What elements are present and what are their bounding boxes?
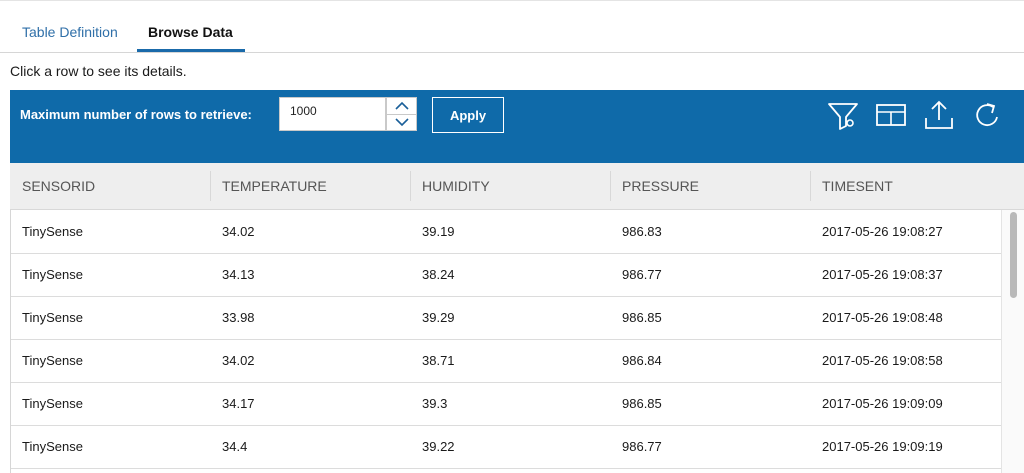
cell-timesent: 2017-05-26 19:08:27 [822, 224, 943, 239]
cell-humidity: 38.24 [422, 267, 455, 282]
apply-button[interactable]: Apply [432, 97, 504, 133]
cell-pressure: 986.85 [622, 396, 662, 411]
cell-sensorid: TinySense [22, 267, 83, 282]
cell-temperature: 34.02 [222, 224, 255, 239]
cell-humidity: 38.71 [422, 353, 455, 368]
column-divider [210, 171, 211, 201]
cell-sensorid: TinySense [22, 224, 83, 239]
column-header-timesent[interactable]: TIMESENT [822, 178, 893, 194]
cell-timesent: 2017-05-26 19:08:58 [822, 353, 943, 368]
column-header-humidity[interactable]: HUMIDITY [422, 178, 490, 194]
cell-pressure: 986.77 [622, 439, 662, 454]
cell-sensorid: TinySense [22, 353, 83, 368]
max-rows-input[interactable]: 1000 [279, 97, 386, 131]
cell-temperature: 34.13 [222, 267, 255, 282]
cell-humidity: 39.3 [422, 396, 448, 411]
table-header: SENSORID TEMPERATURE HUMIDITY PRESSURE T… [10, 163, 1024, 210]
column-divider [410, 171, 411, 201]
cell-sensorid: TinySense [22, 439, 83, 454]
filter-icon[interactable] [826, 98, 860, 132]
table-row[interactable]: TinySense 34.4 39.22 986.77 2017-05-26 1… [11, 425, 1001, 469]
increment-button[interactable] [387, 98, 416, 115]
row-details-hint: Click a row to see its details. [10, 63, 187, 79]
column-header-pressure[interactable]: PRESSURE [622, 178, 699, 194]
cell-pressure: 986.83 [622, 224, 662, 239]
cell-pressure: 986.85 [622, 310, 662, 325]
cell-temperature: 34.4 [222, 439, 248, 454]
cell-pressure: 986.84 [622, 353, 662, 368]
cell-humidity: 39.19 [422, 224, 455, 239]
table-row[interactable]: TinySense 34.02 39.19 986.83 2017-05-26 … [11, 210, 1001, 254]
table-row[interactable]: TinySense 34.17 39.3 986.85 2017-05-26 1… [11, 382, 1001, 426]
table-row[interactable]: TinySense 34.02 38.71 986.84 2017-05-26 … [11, 339, 1001, 383]
chevron-up-icon [394, 101, 409, 110]
tab-bar: Table Definition Browse Data [0, 0, 1024, 53]
max-rows-label: Maximum number of rows to retrieve: [20, 107, 252, 122]
scrollbar-thumb[interactable] [1010, 212, 1017, 298]
cell-humidity: 39.22 [422, 439, 455, 454]
browse-toolbar: Maximum number of rows to retrieve: 1000… [10, 90, 1024, 163]
tab-table-definition[interactable]: Table Definition [22, 24, 118, 40]
columns-icon[interactable] [874, 98, 908, 132]
table-row[interactable]: TinySense 34.13 38.24 986.77 2017-05-26 … [11, 253, 1001, 297]
cell-sensorid: TinySense [22, 310, 83, 325]
max-rows-stepper [386, 97, 417, 131]
active-tab-indicator [137, 49, 245, 52]
decrement-button[interactable] [387, 114, 416, 130]
column-divider [610, 171, 611, 201]
cell-timesent: 2017-05-26 19:08:37 [822, 267, 943, 282]
cell-temperature: 34.02 [222, 353, 255, 368]
table-row[interactable]: TinySense 33.98 39.29 986.85 2017-05-26 … [11, 296, 1001, 340]
cell-temperature: 34.17 [222, 396, 255, 411]
cell-timesent: 2017-05-26 19:08:48 [822, 310, 943, 325]
cell-sensorid: TinySense [22, 396, 83, 411]
export-icon[interactable] [922, 98, 956, 132]
table-body: TinySense 34.02 39.19 986.83 2017-05-26 … [10, 210, 1024, 473]
cell-humidity: 39.29 [422, 310, 455, 325]
refresh-icon[interactable] [970, 98, 1004, 132]
column-header-temperature[interactable]: TEMPERATURE [222, 178, 327, 194]
column-divider [810, 171, 811, 201]
column-header-sensorid[interactable]: SENSORID [22, 178, 95, 194]
cell-pressure: 986.77 [622, 267, 662, 282]
chevron-down-icon [394, 118, 409, 127]
cell-timesent: 2017-05-26 19:09:19 [822, 439, 943, 454]
cell-temperature: 33.98 [222, 310, 255, 325]
cell-timesent: 2017-05-26 19:09:09 [822, 396, 943, 411]
tab-browse-data[interactable]: Browse Data [148, 24, 233, 40]
